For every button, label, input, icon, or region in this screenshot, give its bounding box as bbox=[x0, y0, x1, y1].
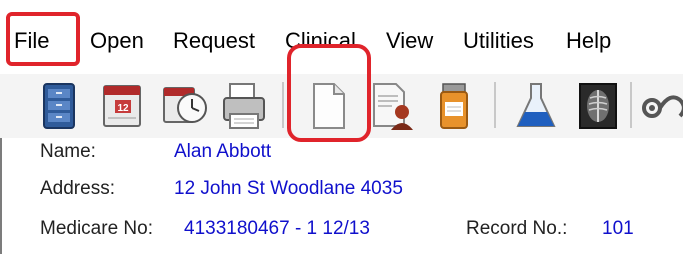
menu-help[interactable]: Help bbox=[566, 26, 611, 56]
stethoscope-icon[interactable] bbox=[640, 78, 683, 134]
patient-info-panel: Name: Alan Abbott Address: 12 John St Wo… bbox=[0, 138, 683, 254]
calendar-icon[interactable]: 12 bbox=[94, 78, 150, 134]
document-person-icon[interactable] bbox=[364, 78, 420, 134]
name-label: Name: bbox=[40, 141, 96, 162]
server-icon[interactable] bbox=[32, 78, 88, 134]
menu-request[interactable]: Request bbox=[173, 26, 255, 56]
toolbar-separator bbox=[494, 82, 496, 128]
medicare-label: Medicare No: bbox=[40, 218, 153, 239]
calendar-clock-icon[interactable] bbox=[156, 78, 212, 134]
pill-bottle-icon[interactable] bbox=[426, 78, 482, 134]
menu-view[interactable]: View bbox=[386, 26, 433, 56]
printer-icon[interactable] bbox=[216, 78, 272, 134]
address-label: Address: bbox=[40, 178, 115, 199]
flask-icon[interactable] bbox=[508, 78, 564, 134]
medicare-value: 4133180467 - 1 12/13 bbox=[184, 218, 370, 239]
address-value: 12 John St Woodlane 4035 bbox=[174, 178, 403, 199]
toolbar-separator bbox=[282, 82, 284, 128]
menu-utilities[interactable]: Utilities bbox=[463, 26, 534, 56]
new-document-highlight bbox=[287, 44, 371, 142]
menu-open[interactable]: Open bbox=[90, 26, 144, 56]
record-label: Record No.: bbox=[466, 218, 568, 239]
xray-icon[interactable] bbox=[570, 78, 626, 134]
toolbar-separator bbox=[630, 82, 632, 128]
file-menu-highlight bbox=[6, 12, 80, 66]
name-value: Alan Abbott bbox=[174, 141, 272, 162]
svg-text:12: 12 bbox=[117, 103, 129, 114]
record-value: 101 bbox=[602, 218, 634, 239]
